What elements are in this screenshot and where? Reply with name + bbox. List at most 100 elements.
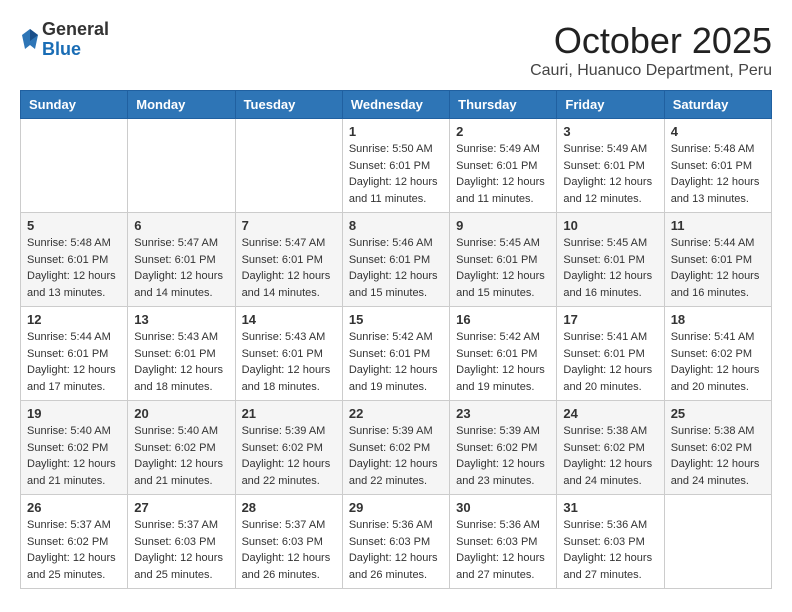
calendar-cell: 18Sunrise: 5:41 AMSunset: 6:02 PMDayligh… — [664, 307, 771, 401]
day-info: Sunrise: 5:39 AMSunset: 6:02 PMDaylight:… — [242, 423, 336, 489]
calendar-header-tuesday: Tuesday — [235, 91, 342, 119]
calendar-cell: 31Sunrise: 5:36 AMSunset: 6:03 PMDayligh… — [557, 495, 664, 589]
day-number: 17 — [563, 312, 657, 327]
day-info: Sunrise: 5:43 AMSunset: 6:01 PMDaylight:… — [134, 329, 228, 395]
calendar-cell: 12 Sunrise: 5:44 AMSunset: 6:01 PMDayligh… — [21, 307, 128, 401]
calendar-cell: 1Sunrise: 5:50 AMSunset: 6:01 PMDaylight… — [342, 119, 449, 213]
day-info: Sunrise: 5:40 AMSunset: 6:02 PMDaylight:… — [27, 423, 121, 489]
calendar-header-sunday: Sunday — [21, 91, 128, 119]
day-number: 23 — [456, 406, 550, 421]
logo-general-text: General — [42, 20, 109, 40]
day-number: 22 — [349, 406, 443, 421]
title-section: October 2025 Cauri, Huanuco Department, … — [530, 20, 772, 80]
day-number: 6 — [134, 218, 228, 233]
calendar-cell: 28Sunrise: 5:37 AMSunset: 6:03 PMDayligh… — [235, 495, 342, 589]
calendar-cell: 15 Sunrise: 5:42 AMSunset: 6:01 PMDayligh… — [342, 307, 449, 401]
day-info: Sunrise: 5:36 AMSunset: 6:03 PMDaylight:… — [349, 517, 443, 583]
day-number: 24 — [563, 406, 657, 421]
calendar-cell: 19Sunrise: 5:40 AMSunset: 6:02 PMDayligh… — [21, 401, 128, 495]
calendar-cell: 27Sunrise: 5:37 AMSunset: 6:03 PMDayligh… — [128, 495, 235, 589]
day-info: Sunrise: 5:39 AMSunset: 6:02 PMDaylight:… — [456, 423, 550, 489]
calendar-cell — [128, 119, 235, 213]
day-number: 30 — [456, 500, 550, 515]
calendar-cell: 11 Sunrise: 5:44 AMSunset: 6:01 PMDayligh… — [664, 213, 771, 307]
logo-icon — [20, 27, 40, 51]
day-number: 26 — [27, 500, 121, 515]
calendar-header-saturday: Saturday — [664, 91, 771, 119]
day-info: Sunrise: 5:42 AMSunset: 6:01 PMDaylight:… — [349, 329, 443, 395]
calendar-cell: 10 Sunrise: 5:45 AMSunset: 6:01 PMDayligh… — [557, 213, 664, 307]
day-info: Sunrise: 5:48 AMSunset: 6:01 PMDaylight:… — [27, 235, 121, 301]
calendar-cell: 23 Sunrise: 5:39 AMSunset: 6:02 PMDayligh… — [450, 401, 557, 495]
calendar-cell: 24 Sunrise: 5:38 AMSunset: 6:02 PMDayligh… — [557, 401, 664, 495]
calendar-header-monday: Monday — [128, 91, 235, 119]
day-number: 16 — [456, 312, 550, 327]
day-number: 1 — [349, 124, 443, 139]
calendar-week-3: 12 Sunrise: 5:44 AMSunset: 6:01 PMDayligh… — [21, 307, 772, 401]
calendar-body: 1Sunrise: 5:50 AMSunset: 6:01 PMDaylight… — [21, 119, 772, 589]
calendar-week-4: 19Sunrise: 5:40 AMSunset: 6:02 PMDayligh… — [21, 401, 772, 495]
day-info: Sunrise: 5:49 AMSunset: 6:01 PMDaylight:… — [563, 141, 657, 207]
day-number: 11 — [671, 218, 765, 233]
day-number: 14 — [242, 312, 336, 327]
day-info: Sunrise: 5:37 AMSunset: 6:02 PMDaylight:… — [27, 517, 121, 583]
day-info: Sunrise: 5:38 AMSunset: 6:02 PMDaylight:… — [563, 423, 657, 489]
calendar-cell — [664, 495, 771, 589]
page-header: General Blue October 2025 Cauri, Huanuco… — [20, 20, 772, 80]
logo: General Blue — [20, 20, 109, 60]
day-info: Sunrise: 5:45 AMSunset: 6:01 PMDaylight:… — [456, 235, 550, 301]
calendar-cell — [21, 119, 128, 213]
calendar-cell: 9 Sunrise: 5:45 AMSunset: 6:01 PMDaylight… — [450, 213, 557, 307]
calendar-cell: 6 Sunrise: 5:47 AMSunset: 6:01 PMDaylight… — [128, 213, 235, 307]
day-info: Sunrise: 5:38 AMSunset: 6:02 PMDaylight:… — [671, 423, 765, 489]
day-number: 15 — [349, 312, 443, 327]
day-info: Sunrise: 5:47 AMSunset: 6:01 PMDaylight:… — [134, 235, 228, 301]
day-number: 5 — [27, 218, 121, 233]
calendar-cell: 7Sunrise: 5:47 AMSunset: 6:01 PMDaylight… — [235, 213, 342, 307]
calendar-cell: 30 Sunrise: 5:36 AMSunset: 6:03 PMDayligh… — [450, 495, 557, 589]
day-info: Sunrise: 5:49 AMSunset: 6:01 PMDaylight:… — [456, 141, 550, 207]
day-number: 12 — [27, 312, 121, 327]
day-info: Sunrise: 5:48 AMSunset: 6:01 PMDaylight:… — [671, 141, 765, 207]
day-info: Sunrise: 5:45 AMSunset: 6:01 PMDaylight:… — [563, 235, 657, 301]
day-number: 2 — [456, 124, 550, 139]
day-number: 7 — [242, 218, 336, 233]
calendar-cell: 4 Sunrise: 5:48 AMSunset: 6:01 PMDaylight… — [664, 119, 771, 213]
month-title: October 2025 — [530, 20, 772, 62]
day-number: 13 — [134, 312, 228, 327]
day-info: Sunrise: 5:36 AMSunset: 6:03 PMDaylight:… — [563, 517, 657, 583]
day-number: 29 — [349, 500, 443, 515]
day-info: Sunrise: 5:36 AMSunset: 6:03 PMDaylight:… — [456, 517, 550, 583]
calendar-week-1: 1Sunrise: 5:50 AMSunset: 6:01 PMDaylight… — [21, 119, 772, 213]
day-info: Sunrise: 5:41 AMSunset: 6:02 PMDaylight:… — [671, 329, 765, 395]
calendar-week-2: 5 Sunrise: 5:48 AMSunset: 6:01 PMDaylight… — [21, 213, 772, 307]
day-number: 28 — [242, 500, 336, 515]
day-info: Sunrise: 5:41 AMSunset: 6:01 PMDaylight:… — [563, 329, 657, 395]
day-info: Sunrise: 5:40 AMSunset: 6:02 PMDaylight:… — [134, 423, 228, 489]
day-info: Sunrise: 5:44 AMSunset: 6:01 PMDaylight:… — [671, 235, 765, 301]
day-number: 8 — [349, 218, 443, 233]
calendar-header-wednesday: Wednesday — [342, 91, 449, 119]
calendar-cell: 14 Sunrise: 5:43 AMSunset: 6:01 PMDayligh… — [235, 307, 342, 401]
day-info: Sunrise: 5:42 AMSunset: 6:01 PMDaylight:… — [456, 329, 550, 395]
calendar-week-5: 26 Sunrise: 5:37 AMSunset: 6:02 PMDayligh… — [21, 495, 772, 589]
calendar-cell: 2 Sunrise: 5:49 AMSunset: 6:01 PMDaylight… — [450, 119, 557, 213]
calendar-cell: 17 Sunrise: 5:41 AMSunset: 6:01 PMDayligh… — [557, 307, 664, 401]
calendar-cell: 16 Sunrise: 5:42 AMSunset: 6:01 PMDayligh… — [450, 307, 557, 401]
day-info: Sunrise: 5:44 AMSunset: 6:01 PMDaylight:… — [27, 329, 121, 395]
day-number: 4 — [671, 124, 765, 139]
calendar-cell: 25Sunrise: 5:38 AMSunset: 6:02 PMDayligh… — [664, 401, 771, 495]
day-number: 21 — [242, 406, 336, 421]
location-subtitle: Cauri, Huanuco Department, Peru — [530, 62, 772, 80]
logo-blue-text: Blue — [42, 40, 109, 60]
day-info: Sunrise: 5:43 AMSunset: 6:01 PMDaylight:… — [242, 329, 336, 395]
calendar-cell: 5 Sunrise: 5:48 AMSunset: 6:01 PMDaylight… — [21, 213, 128, 307]
day-number: 27 — [134, 500, 228, 515]
calendar-cell: 20 Sunrise: 5:40 AMSunset: 6:02 PMDayligh… — [128, 401, 235, 495]
day-number: 10 — [563, 218, 657, 233]
calendar-header-friday: Friday — [557, 91, 664, 119]
day-number: 3 — [563, 124, 657, 139]
day-number: 20 — [134, 406, 228, 421]
day-number: 9 — [456, 218, 550, 233]
calendar-cell — [235, 119, 342, 213]
